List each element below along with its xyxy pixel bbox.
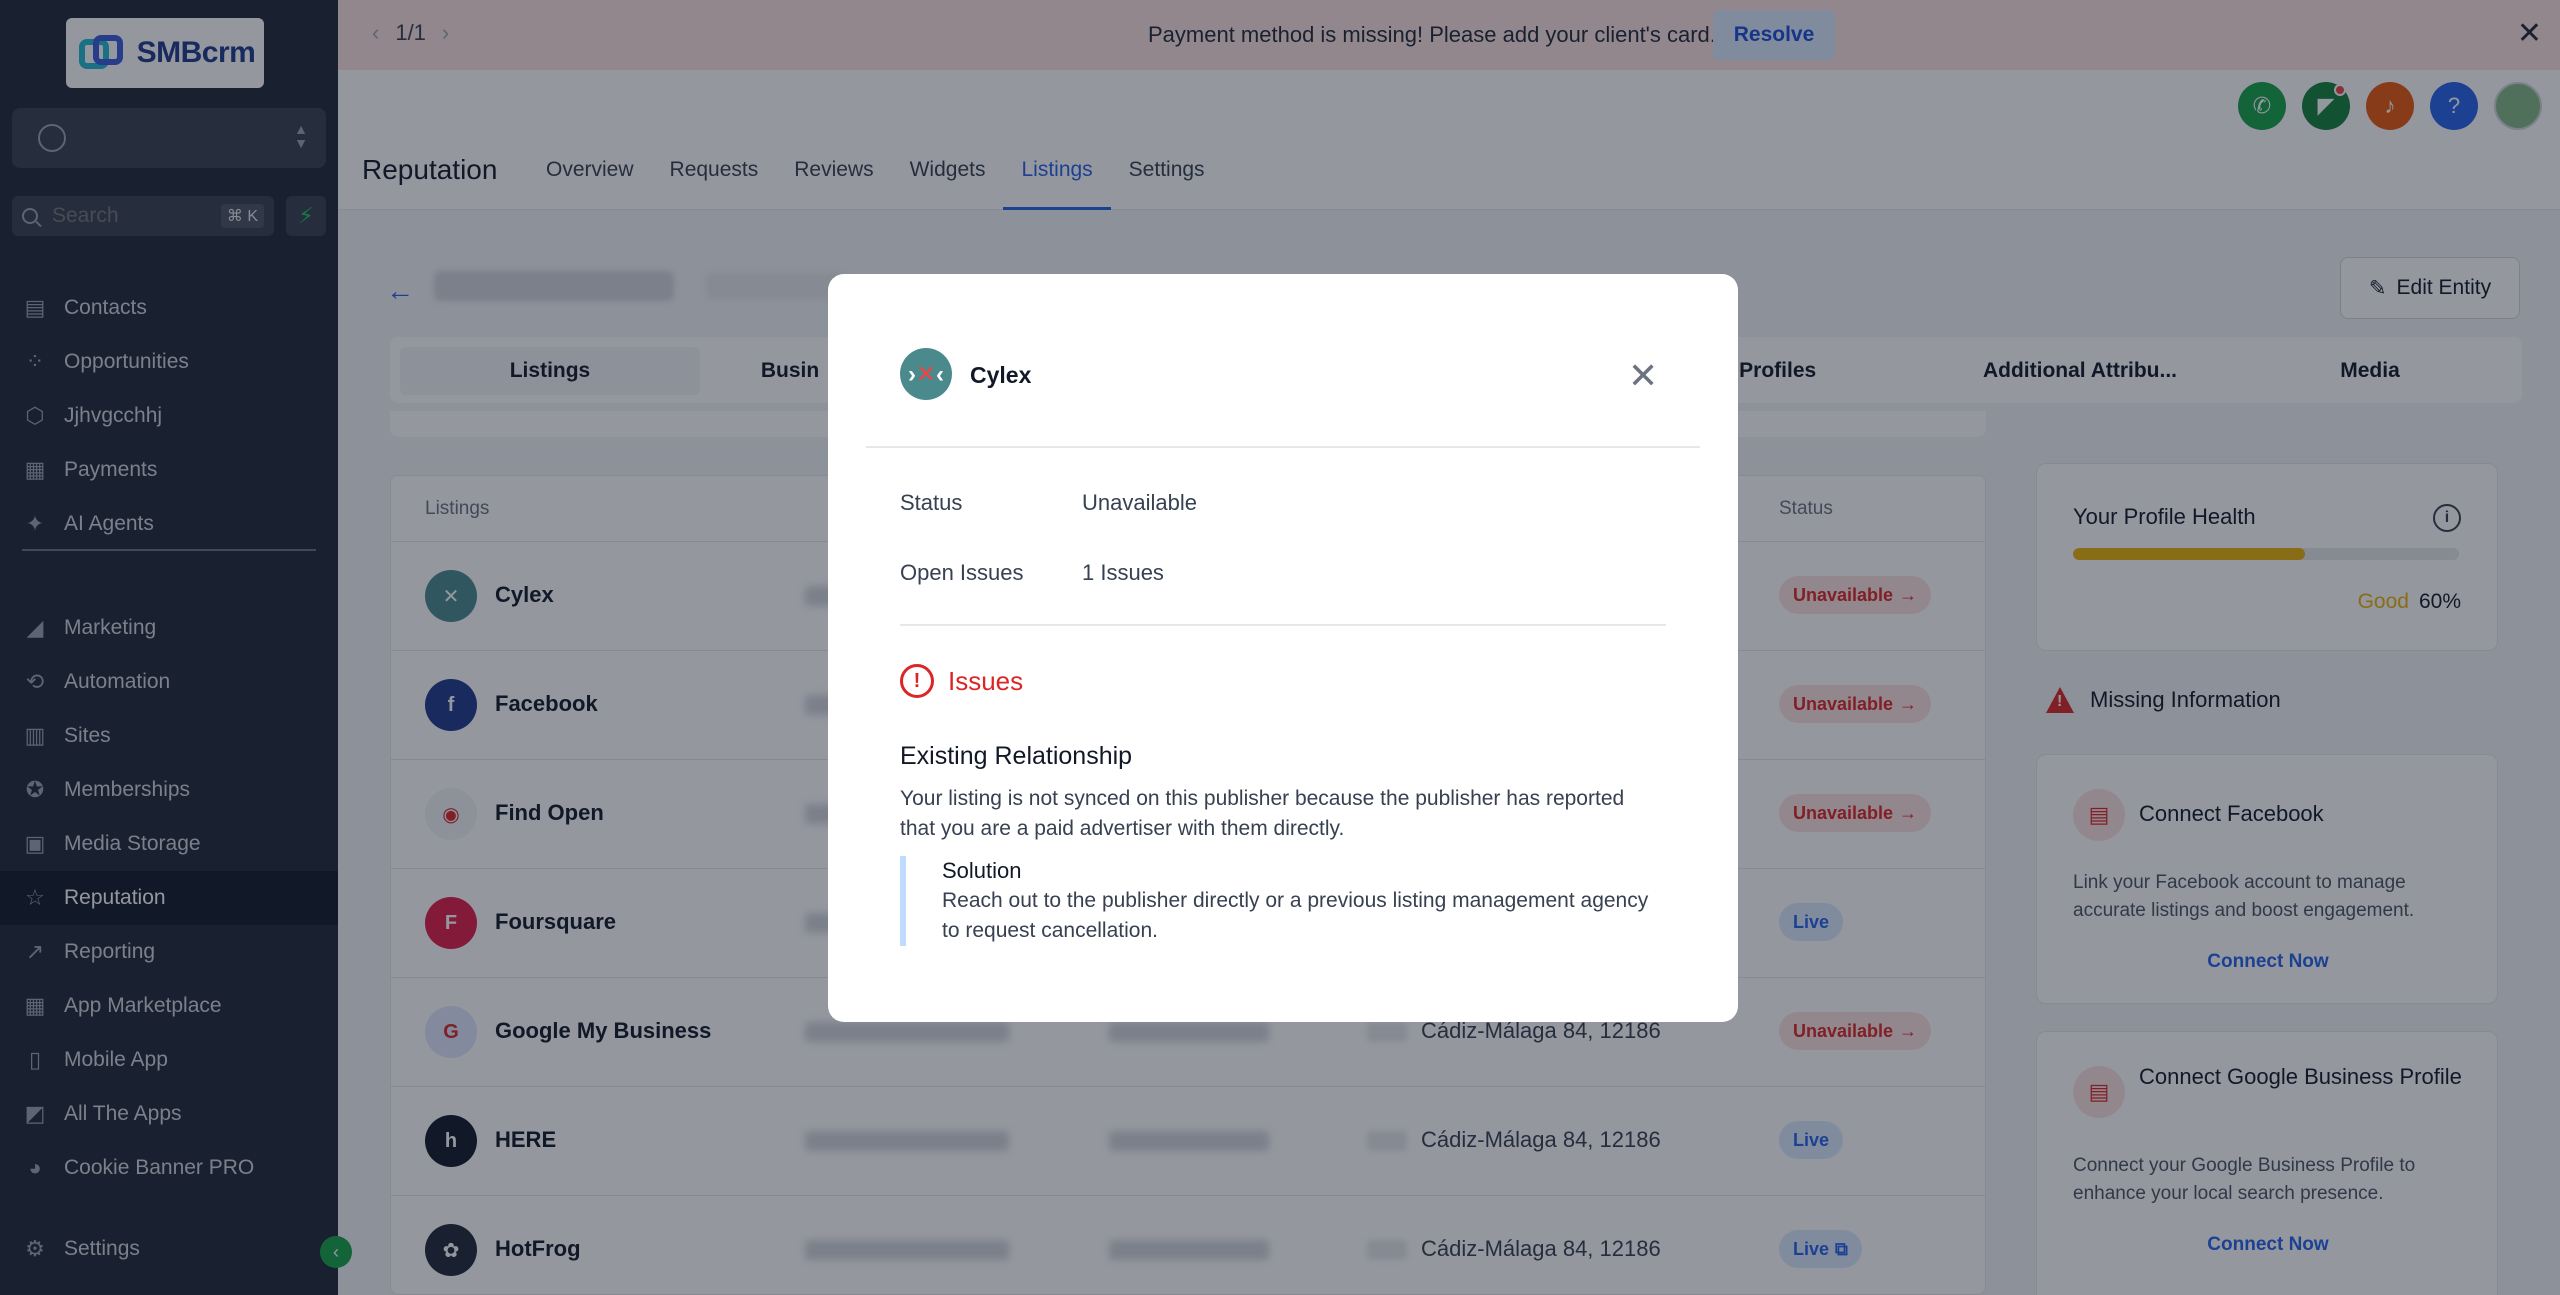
cylex-logo-icon: ›✕‹ [900,348,952,400]
issue-description: Your listing is not synced on this publi… [900,787,1625,840]
alert-circle-icon: ! [900,664,934,698]
issue-title: Existing Relationship [900,742,1133,770]
solution-description: Reach out to the publisher directly or a… [942,889,1649,942]
solution-title: Solution [942,858,1022,883]
modal-title: Cylex [970,362,1032,388]
issues-heading: ! Issues [900,664,1023,698]
issues-heading-label: Issues [948,665,1024,696]
status-label: Status [900,490,963,515]
status-value: Unavailable [1082,490,1197,515]
open-issues-value: 1 Issues [1082,560,1164,585]
listing-issue-modal: ›✕‹ Cylex ✕ Status Unavailable Open Issu… [828,274,1738,1022]
modal-divider [900,624,1666,626]
modal-divider [866,446,1700,448]
open-issues-label: Open Issues [900,560,1024,585]
solution-block: Solution Reach out to the publisher dire… [900,856,1660,946]
close-icon[interactable]: ✕ [1628,358,1658,394]
